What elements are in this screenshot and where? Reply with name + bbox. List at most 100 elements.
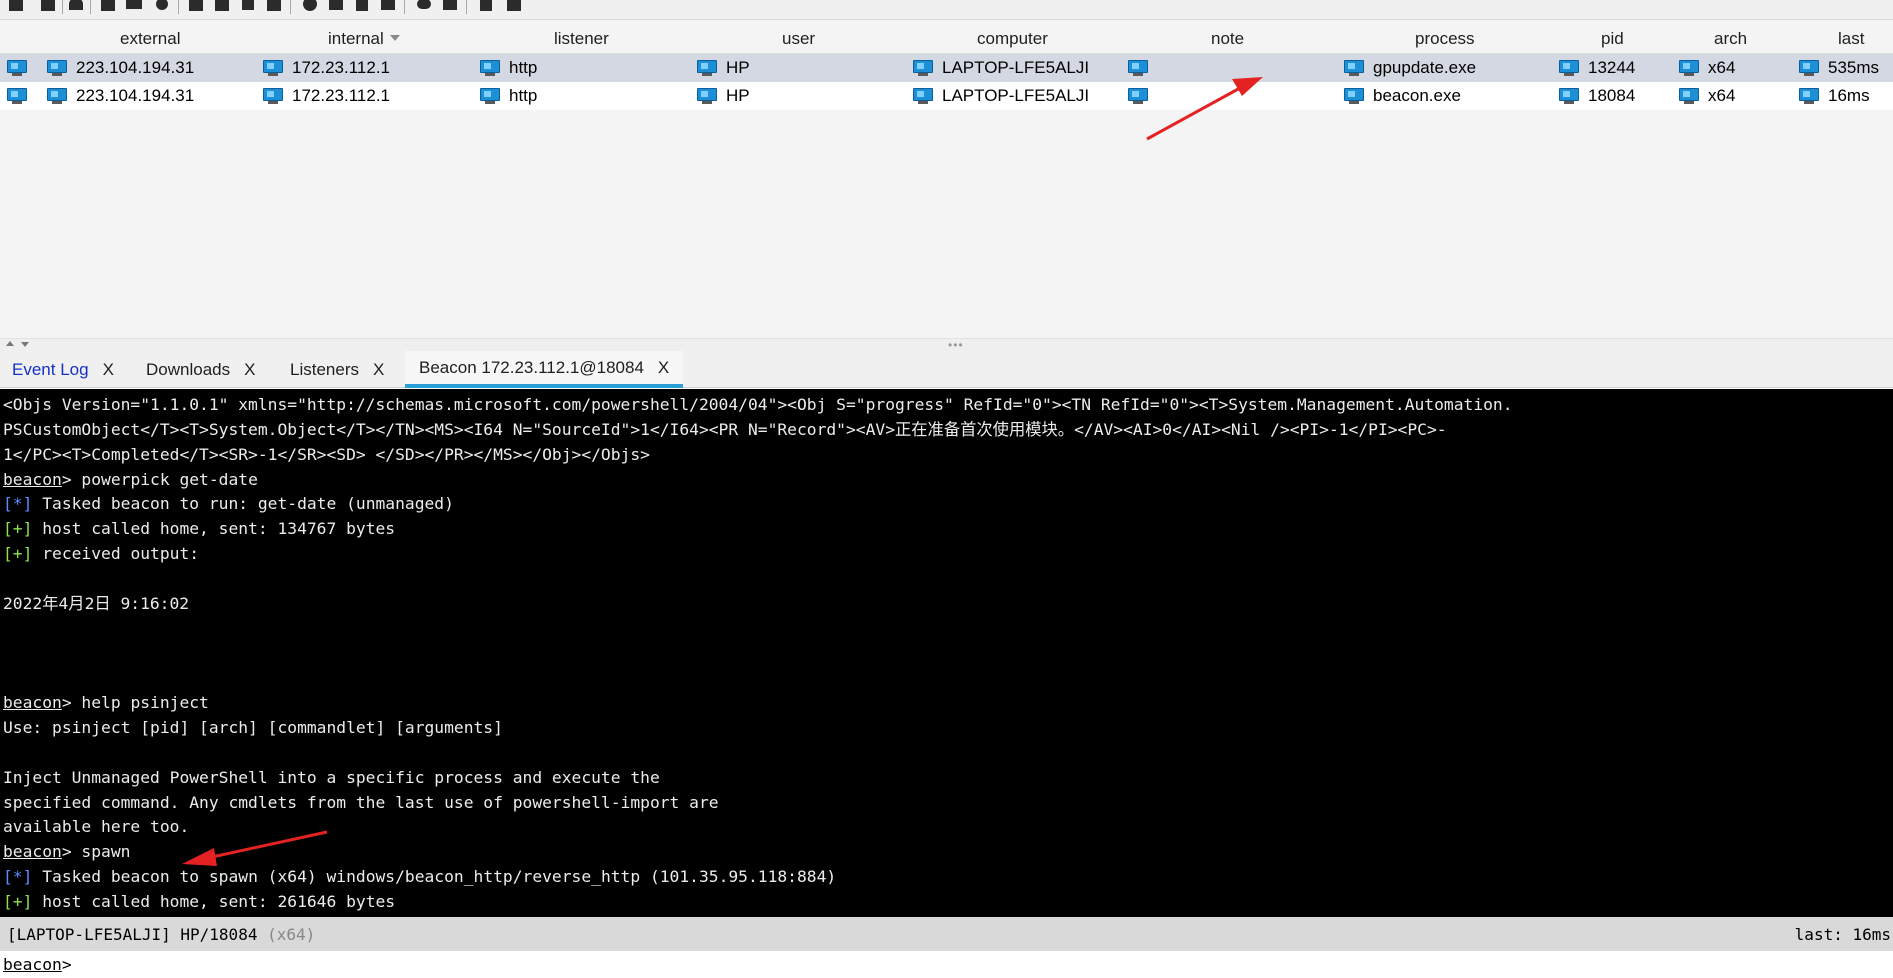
key-icon[interactable] bbox=[212, 0, 232, 14]
book-icon[interactable] bbox=[476, 0, 496, 14]
download-icon[interactable] bbox=[186, 0, 206, 14]
console-text: > spawn bbox=[61, 842, 131, 862]
cell-internal: 172.23.112.1 bbox=[292, 86, 390, 105]
drag-handle-icon[interactable]: ••• bbox=[948, 339, 964, 351]
cell-last: 535ms bbox=[1828, 58, 1880, 77]
link-icon[interactable] bbox=[414, 0, 434, 14]
session-table-icon[interactable] bbox=[124, 0, 144, 14]
console-line: PSCustomObject</T><T>System.Object</T></… bbox=[3, 417, 1447, 442]
session-table: external internal listener user computer… bbox=[0, 20, 1893, 338]
column-header-internal[interactable]: internal bbox=[328, 29, 400, 49]
column-header-process[interactable]: process bbox=[1415, 29, 1475, 49]
console-line: beacon> help psinject bbox=[3, 690, 209, 715]
cube-icon[interactable] bbox=[504, 0, 524, 14]
column-header-arch[interactable]: arch bbox=[1714, 29, 1747, 49]
console-text: Tasked beacon to run: get-date (unmanage… bbox=[32, 494, 454, 514]
stamp-icon[interactable] bbox=[440, 0, 460, 14]
cell-listener: http bbox=[509, 86, 538, 105]
cell-computer: LAPTOP-LFE5ALJI bbox=[942, 58, 1090, 77]
cell-arch: x64 bbox=[1708, 58, 1736, 77]
beacon-console-output[interactable]: <Objs Version="1.1.0.1" xmlns="http://sc… bbox=[0, 389, 1893, 917]
tab-label: Event Log bbox=[12, 359, 89, 379]
column-header-user[interactable]: user bbox=[782, 29, 815, 49]
console-text: > help psinject bbox=[61, 693, 209, 713]
cell-external: 223.104.194.31 bbox=[76, 58, 195, 77]
tab-close-button[interactable]: X bbox=[244, 360, 255, 380]
console-text: <Objs Version="1.1.0.1" xmlns="http://sc… bbox=[3, 395, 1513, 414]
command-input[interactable] bbox=[84, 953, 1884, 975]
screenshot-icon[interactable] bbox=[238, 0, 258, 14]
table-header: external internal listener user computer… bbox=[0, 20, 1893, 54]
table-row[interactable]: 223.104.194.31 172.23.112.1 http HP LAPT… bbox=[0, 54, 1893, 82]
tab-beacon[interactable]: Beacon 172.23.112.1@18084 X bbox=[405, 351, 684, 388]
cell-process: beacon.exe bbox=[1373, 86, 1461, 105]
beacon-session-icon bbox=[6, 59, 28, 77]
status-info-marker: [*] bbox=[3, 867, 33, 887]
console-line: beacon> spawn bbox=[3, 839, 130, 864]
column-header-computer[interactable]: computer bbox=[977, 29, 1048, 49]
monitor-icon bbox=[479, 87, 501, 105]
console-line: <Objs Version="1.1.0.1" xmlns="http://sc… bbox=[3, 392, 1513, 417]
status-arch: (x64) bbox=[267, 925, 316, 944]
connect-icon[interactable] bbox=[6, 0, 26, 14]
disconnect-icon[interactable] bbox=[38, 0, 58, 14]
console-text: Use: psinject [pid] [arch] [commandlet] … bbox=[3, 718, 503, 738]
collapse-down-icon[interactable] bbox=[21, 342, 29, 347]
column-header-listener[interactable]: listener bbox=[554, 29, 609, 49]
column-header-last[interactable]: last bbox=[1838, 29, 1864, 49]
console-prompt: beacon bbox=[3, 842, 62, 862]
status-last: last: 16ms bbox=[1794, 925, 1891, 944]
headphones-icon[interactable] bbox=[66, 0, 86, 14]
console-text: available here too. bbox=[3, 817, 190, 837]
console-line: Inject Unmanaged PowerShell into a speci… bbox=[3, 765, 660, 790]
tab-label: Beacon 172.23.112.1@18084 bbox=[419, 357, 644, 377]
monitor-icon bbox=[262, 59, 284, 77]
console-line: Use: psinject [pid] [arch] [commandlet] … bbox=[3, 715, 503, 740]
sort-desc-icon bbox=[389, 35, 400, 41]
settings-gear-icon[interactable] bbox=[300, 0, 320, 14]
column-header-note[interactable]: note bbox=[1211, 29, 1244, 49]
pivot-graph-icon[interactable] bbox=[98, 0, 118, 14]
console-text: 2022年4月2日 9:16:02 bbox=[3, 593, 190, 613]
screenshot-icon-2[interactable] bbox=[264, 0, 284, 14]
monitor-icon bbox=[1678, 87, 1700, 105]
monitor-icon bbox=[1343, 59, 1365, 77]
collapse-up-icon[interactable] bbox=[6, 341, 14, 346]
monitor-icon bbox=[1343, 87, 1365, 105]
monitor-icon bbox=[1127, 59, 1149, 77]
coffee-icon[interactable] bbox=[326, 0, 346, 14]
input-prompt-label: beacon bbox=[3, 955, 62, 974]
monitor-icon bbox=[262, 87, 284, 105]
input-prompt: beacon> bbox=[3, 955, 72, 974]
monitor-icon bbox=[1558, 87, 1580, 105]
notes-icon[interactable] bbox=[352, 0, 372, 14]
console-line: [+] received output: bbox=[3, 541, 199, 566]
monitor-icon bbox=[479, 59, 501, 77]
cell-user: HP bbox=[726, 58, 750, 77]
tab-label: Listeners bbox=[290, 359, 359, 379]
command-input-bar: beacon> bbox=[0, 951, 1893, 978]
tab-close-button[interactable]: X bbox=[373, 360, 384, 380]
column-header-pid[interactable]: pid bbox=[1601, 29, 1624, 49]
split-pane-handle[interactable]: ••• bbox=[0, 338, 1893, 351]
tab-listeners[interactable]: Listeners X bbox=[290, 351, 384, 388]
target-crosshair-icon[interactable] bbox=[152, 0, 172, 14]
status-ok-marker: [+] bbox=[3, 519, 33, 539]
cell-internal: 172.23.112.1 bbox=[292, 58, 390, 77]
cell-computer: LAPTOP-LFE5ALJI bbox=[942, 86, 1090, 105]
monitor-icon bbox=[912, 87, 934, 105]
tab-close-button[interactable]: X bbox=[658, 358, 669, 378]
cell-user: HP bbox=[726, 86, 750, 105]
column-header-external[interactable]: external bbox=[120, 29, 180, 49]
tab-event-log[interactable]: Event Log X bbox=[12, 351, 114, 388]
console-text: PSCustomObject</T><T>System.Object</T></… bbox=[3, 419, 1447, 439]
terminal-icon[interactable] bbox=[378, 0, 398, 14]
console-text: host called home, sent: 261646 bytes bbox=[32, 892, 396, 911]
tab-close-button[interactable]: X bbox=[103, 360, 114, 380]
table-row[interactable]: 223.104.194.31 172.23.112.1 http HP LAPT… bbox=[0, 82, 1893, 110]
console-line: [+] host called home, sent: 261646 bytes bbox=[3, 889, 395, 914]
cell-arch: x64 bbox=[1708, 86, 1736, 105]
console-line: 2022年4月2日 9:16:02 bbox=[3, 591, 189, 616]
tab-downloads[interactable]: Downloads X bbox=[146, 351, 255, 388]
console-line: 1</PC><T>Completed</T><SR>-1</SR><SD> </… bbox=[3, 442, 650, 467]
